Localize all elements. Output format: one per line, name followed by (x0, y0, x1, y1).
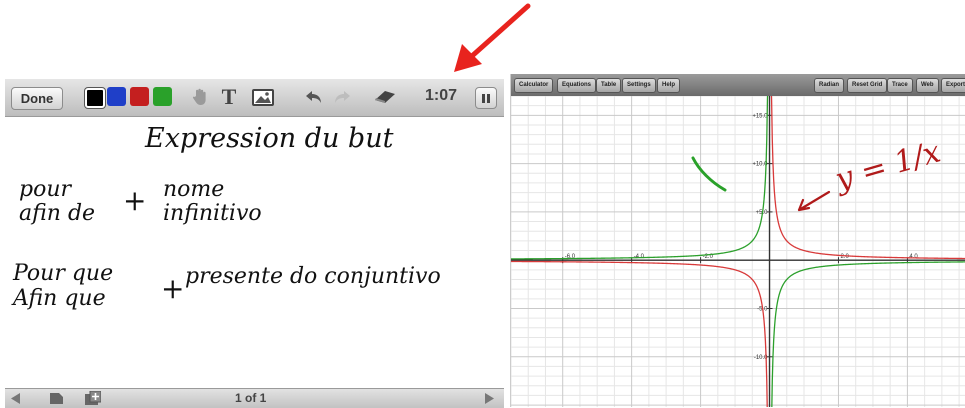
export-button[interactable]: Export (941, 78, 965, 93)
calculator-toolbar: Calculator Equations Table Settings Help… (511, 74, 965, 96)
plus-sign-1: + (123, 184, 146, 217)
whiteboard-bottom-bar: 1 of 1 (5, 388, 504, 408)
equations-button[interactable]: Equations (557, 78, 597, 93)
undo-icon[interactable] (303, 85, 325, 109)
image-icon[interactable] (250, 85, 276, 109)
trace-button[interactable]: Trace (887, 78, 913, 93)
axes (511, 96, 965, 407)
calculator-button[interactable]: Calculator (514, 78, 554, 93)
done-button[interactable]: Done (11, 87, 63, 110)
recording-timer: 1:07 (425, 87, 458, 104)
hand-icon[interactable] (189, 85, 211, 109)
pause-button[interactable] (475, 87, 497, 109)
web-button[interactable]: Web (916, 78, 939, 93)
curve-reciprocal-neg (511, 260, 768, 407)
text-pour: pour (19, 177, 72, 202)
text-afin-que: Afin que (11, 286, 106, 311)
curves (511, 96, 965, 407)
color-swatch-green[interactable] (153, 87, 172, 106)
page-indicator: 1 of 1 (235, 391, 267, 405)
text-infinitivo: infinitivo (163, 201, 262, 226)
color-swatch-red[interactable] (130, 87, 149, 106)
curve-negative-reciprocal-neg (511, 96, 769, 260)
title-handwriting: Expression du but (144, 123, 394, 154)
add-page-icon[interactable] (85, 391, 101, 406)
pause-icon (482, 93, 485, 103)
settings-button[interactable]: Settings (622, 78, 656, 93)
whiteboard-app: Done T 1:07 Expression du but pour afin … (5, 79, 504, 408)
curve-negative-reciprocal-pos (771, 261, 965, 407)
radian-button[interactable]: Radian (814, 78, 845, 93)
minor-grid (511, 96, 965, 407)
reset-grid-button[interactable]: Reset Grid (847, 78, 888, 93)
help-button[interactable]: Help (657, 78, 681, 93)
graphing-calculator-app: Calculator Equations Table Settings Help… (510, 74, 965, 407)
eraser-icon[interactable] (371, 85, 399, 109)
text-presente-do-conjuntivo: presente do conjuntivo (185, 264, 441, 289)
next-page-icon[interactable] (485, 393, 495, 404)
check-mark-annotation (691, 156, 727, 192)
previous-page-icon[interactable] (11, 393, 21, 404)
text-pour-que: Pour que (12, 261, 113, 286)
pages-icon[interactable] (50, 392, 64, 405)
handwriting-canvas[interactable]: Expression du but pour afin de + nome in… (5, 117, 504, 387)
whiteboard-toolbar: Done T 1:07 (5, 79, 504, 117)
plus-sign-2: + (161, 272, 184, 305)
redo-icon[interactable] (331, 85, 353, 109)
table-button[interactable]: Table (596, 78, 622, 93)
text-tool-icon[interactable]: T (218, 84, 240, 109)
color-swatch-black[interactable] (85, 88, 105, 108)
text-nome: nome (163, 177, 224, 202)
function-graph[interactable]: -8.0-6.0-4.0-2.02.04.06.0 +15.0+10.0+5.0… (511, 96, 965, 407)
major-grid (511, 96, 965, 407)
color-swatch-blue[interactable] (107, 87, 126, 106)
y-tick-label: +15.0 (752, 113, 768, 119)
red-arrow-annotation (454, 3, 531, 72)
x-tick-label: -6.0 (565, 254, 576, 260)
text-afin-de: afin de (19, 201, 95, 226)
